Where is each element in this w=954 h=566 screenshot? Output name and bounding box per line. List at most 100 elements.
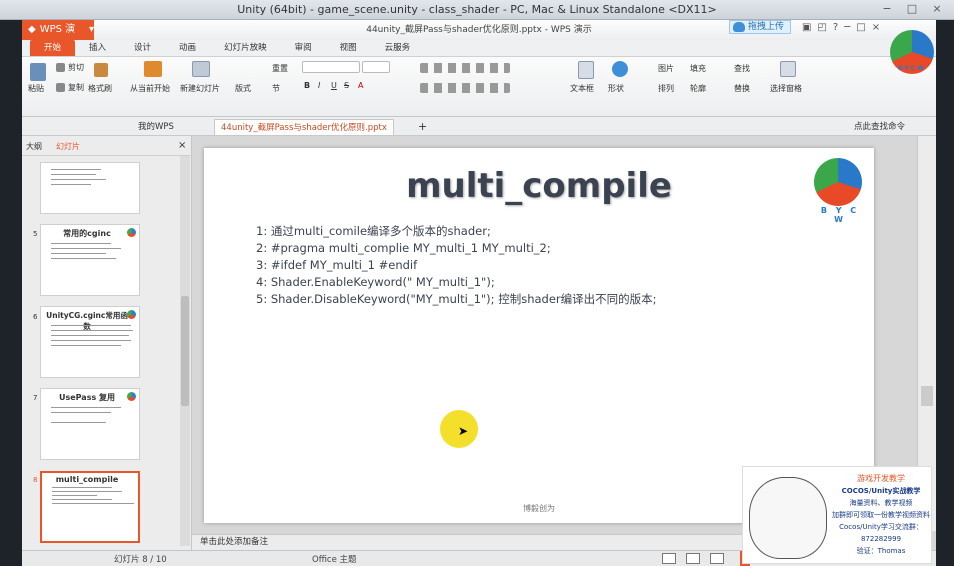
slide-thumbnail-6[interactable]: UnityCG.cginc常用函数: [40, 306, 140, 378]
replace-button[interactable]: 替换: [734, 83, 750, 94]
slide-thumbnail-5[interactable]: 常用的cginc: [40, 224, 140, 296]
font-color-button[interactable]: A: [358, 81, 363, 90]
textbox-button[interactable]: 文本框: [570, 83, 594, 94]
upload-button[interactable]: 拖拽上传: [729, 20, 791, 34]
tab-cloud[interactable]: 云服务: [371, 40, 425, 56]
layout-button[interactable]: 版式: [235, 83, 251, 94]
slide-thumbnail-4[interactable]: [40, 162, 140, 214]
tab-my-wps[interactable]: 我的WPS: [132, 119, 180, 135]
wps-maximize-button[interactable]: □: [856, 22, 865, 33]
tab-active-document[interactable]: 44unity_截屏Pass与shader优化原则.pptx: [214, 119, 394, 135]
font-size-select[interactable]: [362, 61, 390, 73]
thumb-line: [52, 495, 97, 496]
tab-insert[interactable]: 插入: [75, 40, 120, 56]
maximize-button[interactable]: □: [901, 2, 923, 17]
close-button[interactable]: ×: [926, 2, 948, 17]
play-from-current-icon[interactable]: [144, 61, 162, 77]
shape-button[interactable]: 形状: [608, 83, 624, 94]
bycw-logo-icon: [127, 228, 136, 237]
new-tab-button[interactable]: +: [412, 119, 433, 135]
panel-tabs: 大纲 幻灯片 ×: [22, 136, 192, 156]
alignment-tools[interactable]: [420, 83, 510, 93]
copy-button[interactable]: 复制: [68, 82, 84, 93]
thumb-line: [52, 499, 112, 500]
thumb-line: [51, 243, 111, 244]
thumb-line: [52, 503, 134, 504]
thumb-line: [51, 422, 106, 423]
find-button[interactable]: 查找: [734, 63, 750, 74]
tab-design[interactable]: 设计: [120, 40, 165, 56]
font-name-select[interactable]: [302, 61, 360, 73]
textbox-icon[interactable]: [578, 61, 594, 79]
minimize-button[interactable]: −: [876, 2, 898, 17]
tab-home[interactable]: 开始: [30, 40, 76, 56]
select-pane-icon[interactable]: [780, 61, 796, 77]
chevron-down-icon: ▾: [88, 24, 94, 35]
format-painter-icon[interactable]: [94, 63, 108, 77]
slide-thumbnail-7[interactable]: UsePass 复用: [40, 388, 140, 460]
slide-thumbnail-8[interactable]: multi_compile: [40, 471, 140, 543]
tab-slides[interactable]: 幻灯片: [56, 141, 80, 152]
notes-placeholder[interactable]: 单击此处添加备注: [200, 535, 268, 547]
bycw-logo-icon: [814, 158, 862, 206]
cut-button[interactable]: 剪切: [68, 62, 84, 73]
slide-line-4: 4: Shader.EnableKeyword(" MY_multi_1");: [256, 275, 495, 289]
fill-button[interactable]: 填充: [690, 63, 706, 74]
select-pane-button[interactable]: 选择窗格: [770, 83, 802, 94]
sorter-view-button[interactable]: [686, 553, 700, 564]
canvas-scroll-thumb[interactable]: [921, 386, 933, 406]
underline-button[interactable]: U: [331, 81, 337, 90]
slide-logo-text: B Y C W: [820, 206, 860, 224]
normal-view-button[interactable]: [662, 553, 676, 564]
shape-icon[interactable]: [612, 61, 628, 77]
bycw-logo-icon: [127, 392, 136, 401]
new-slide-button[interactable]: 新建幻灯片: [180, 83, 220, 94]
copy-icon[interactable]: [56, 83, 65, 92]
wps-tray: ▣ ◰ ? ─ □ ×: [802, 22, 880, 33]
tab-slideshow[interactable]: 幻灯片放映: [210, 40, 281, 56]
strikethrough-button[interactable]: S: [344, 81, 349, 90]
wps-app-menu-button[interactable]: ◆ WPS 演示 ▾: [22, 20, 94, 55]
new-slide-icon[interactable]: [192, 61, 210, 77]
help-icon[interactable]: ?: [833, 22, 838, 33]
arrange-button[interactable]: 排列: [658, 83, 674, 94]
wps-close-button[interactable]: ×: [872, 22, 880, 33]
paragraph-tools[interactable]: [420, 63, 510, 73]
thumbnail-title: UnityCG.cginc常用函数: [46, 311, 128, 331]
format-painter-button[interactable]: 格式刷: [88, 83, 112, 94]
promo-line-3: 海量资料、教学视频: [849, 499, 913, 507]
bold-button[interactable]: B: [304, 81, 310, 90]
command-search[interactable]: 点此查找命令: [848, 119, 911, 135]
outline-button[interactable]: 轮廓: [690, 83, 706, 94]
tab-outline[interactable]: 大纲: [26, 141, 42, 152]
tab-view[interactable]: 视图: [326, 40, 371, 56]
italic-button[interactable]: I: [318, 81, 320, 90]
unity-left-strip: [0, 20, 22, 566]
paste-button[interactable]: 粘贴: [28, 83, 44, 94]
wps-logo-icon: ◆: [28, 24, 36, 35]
layout-icon[interactable]: ◰: [817, 22, 826, 33]
wps-minimize-button[interactable]: ─: [844, 22, 850, 33]
panel-scroll-thumb[interactable]: [181, 296, 189, 406]
wps-app-name: WPS 演示: [39, 24, 76, 55]
close-panel-icon[interactable]: ×: [178, 140, 186, 151]
from-current-button[interactable]: 从当前开始: [130, 83, 170, 94]
promo-text: 游戏开发教学 COCOS/Unity实战教学 海量资料、教学视频 加群即可领取一…: [831, 473, 931, 557]
picture-button[interactable]: 图片: [658, 63, 674, 74]
tab-review[interactable]: 审阅: [281, 40, 326, 56]
cut-icon[interactable]: [56, 63, 65, 72]
paste-icon[interactable]: [30, 63, 46, 81]
reset-button[interactable]: 重置: [272, 63, 288, 74]
slide-line-1: 1: 通过multi_comile编译多个版本的shader;: [256, 224, 491, 238]
promo-line-1: 游戏开发教学: [857, 474, 905, 483]
section-button[interactable]: 节: [272, 83, 280, 94]
panel-scrollbar[interactable]: [180, 156, 190, 546]
reading-view-button[interactable]: [710, 553, 724, 564]
meme-face-image: [749, 477, 827, 559]
upload-label: 拖拽上传: [748, 22, 785, 32]
skin-icon[interactable]: ▣: [802, 22, 811, 33]
thumb-line: [51, 335, 129, 336]
slide-number: 8: [33, 476, 38, 484]
tab-animation[interactable]: 动画: [165, 40, 210, 56]
thumb-line: [51, 325, 131, 326]
